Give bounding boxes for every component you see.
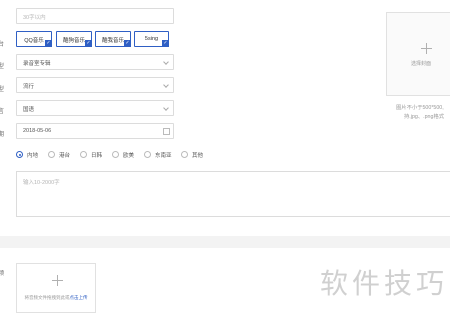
section-header-band xyxy=(0,236,450,248)
audio-upload-hint: 将音频文件拖拽到此或 xyxy=(24,295,70,300)
genre-select[interactable]: 流行 xyxy=(16,77,174,93)
release-date-value: 2018-05-06 xyxy=(23,128,52,134)
platform-chip-kuwo[interactable]: 酷我音乐 ✓ xyxy=(95,31,131,47)
region-radio-label: 东南亚 xyxy=(155,153,172,159)
region-radio-label: 日韩 xyxy=(91,153,103,159)
region-radio-label: 欧美 xyxy=(123,153,135,159)
calendar-icon xyxy=(163,128,170,135)
cover-hint-line2: 持.jpg、.png格式 xyxy=(404,114,445,120)
radio-circle-icon xyxy=(181,151,188,158)
album-type-value: 录音室专辑 xyxy=(23,61,51,67)
language-value: 国语 xyxy=(23,107,35,113)
cover-upload-label: 选择封面 xyxy=(411,61,432,67)
radio-circle-icon xyxy=(144,151,151,158)
genre-value: 流行 xyxy=(23,84,35,90)
audio-upload-link[interactable]: 点击上传 xyxy=(70,295,88,300)
audio-upload-box[interactable]: 将音频文件拖拽到此或点击上传 xyxy=(16,263,96,313)
language-label-edge: 言 xyxy=(0,109,4,115)
album-intro-textarea[interactable]: 输入10-2000字 xyxy=(16,171,450,217)
chevron-down-icon xyxy=(163,82,169,88)
check-icon: ✓ xyxy=(85,40,92,47)
audio-upload-text: 将音频文件拖拽到此或点击上传 xyxy=(17,295,95,301)
region-radio-label: 内地 xyxy=(27,153,39,159)
language-select[interactable]: 国语 xyxy=(16,100,174,116)
album-name-placeholder: 30字以内 xyxy=(23,15,46,21)
platform-label-edge: 台 xyxy=(0,42,4,48)
platform-chip-qq-music[interactable]: QQ音乐 ✓ xyxy=(16,31,52,47)
album-type-select[interactable]: 录音室专辑 xyxy=(16,54,174,70)
cover-upload-box[interactable]: 选择封面 xyxy=(386,12,450,96)
plus-icon xyxy=(421,43,432,54)
album-intro-placeholder: 输入10-2000字 xyxy=(23,180,60,186)
upload-label-edge: 频 xyxy=(0,271,4,277)
cover-hint-line1: 图片不小于500*500, xyxy=(396,105,444,111)
radio-circle-icon xyxy=(48,151,55,158)
watermark: 软件技巧 xyxy=(316,248,450,316)
genre-label-edge: 型 xyxy=(0,87,4,93)
watermark-text: 软件技巧 xyxy=(320,267,449,300)
album-type-label-edge: 型 xyxy=(0,64,4,70)
radio-circle-icon xyxy=(80,151,87,158)
platform-chip-5sing[interactable]: 5sing ✓ xyxy=(134,31,169,47)
chevron-down-icon xyxy=(163,105,169,111)
check-icon: ✓ xyxy=(45,40,52,47)
check-icon: ✓ xyxy=(124,40,131,47)
region-radio-label: 其他 xyxy=(192,153,204,159)
date-label-edge: 期 xyxy=(0,132,4,138)
album-name-input[interactable]: 30字以内 xyxy=(16,8,174,24)
region-radio-label: 港台 xyxy=(59,153,71,159)
check-icon: ✓ xyxy=(162,40,169,47)
radio-circle-icon xyxy=(16,151,23,158)
release-date-picker[interactable]: 2018-05-06 xyxy=(16,123,174,139)
plus-icon xyxy=(52,275,63,286)
platform-chip-kugou[interactable]: 酷狗音乐 ✓ xyxy=(56,31,92,47)
chevron-down-icon xyxy=(163,59,169,65)
radio-circle-icon xyxy=(112,151,119,158)
